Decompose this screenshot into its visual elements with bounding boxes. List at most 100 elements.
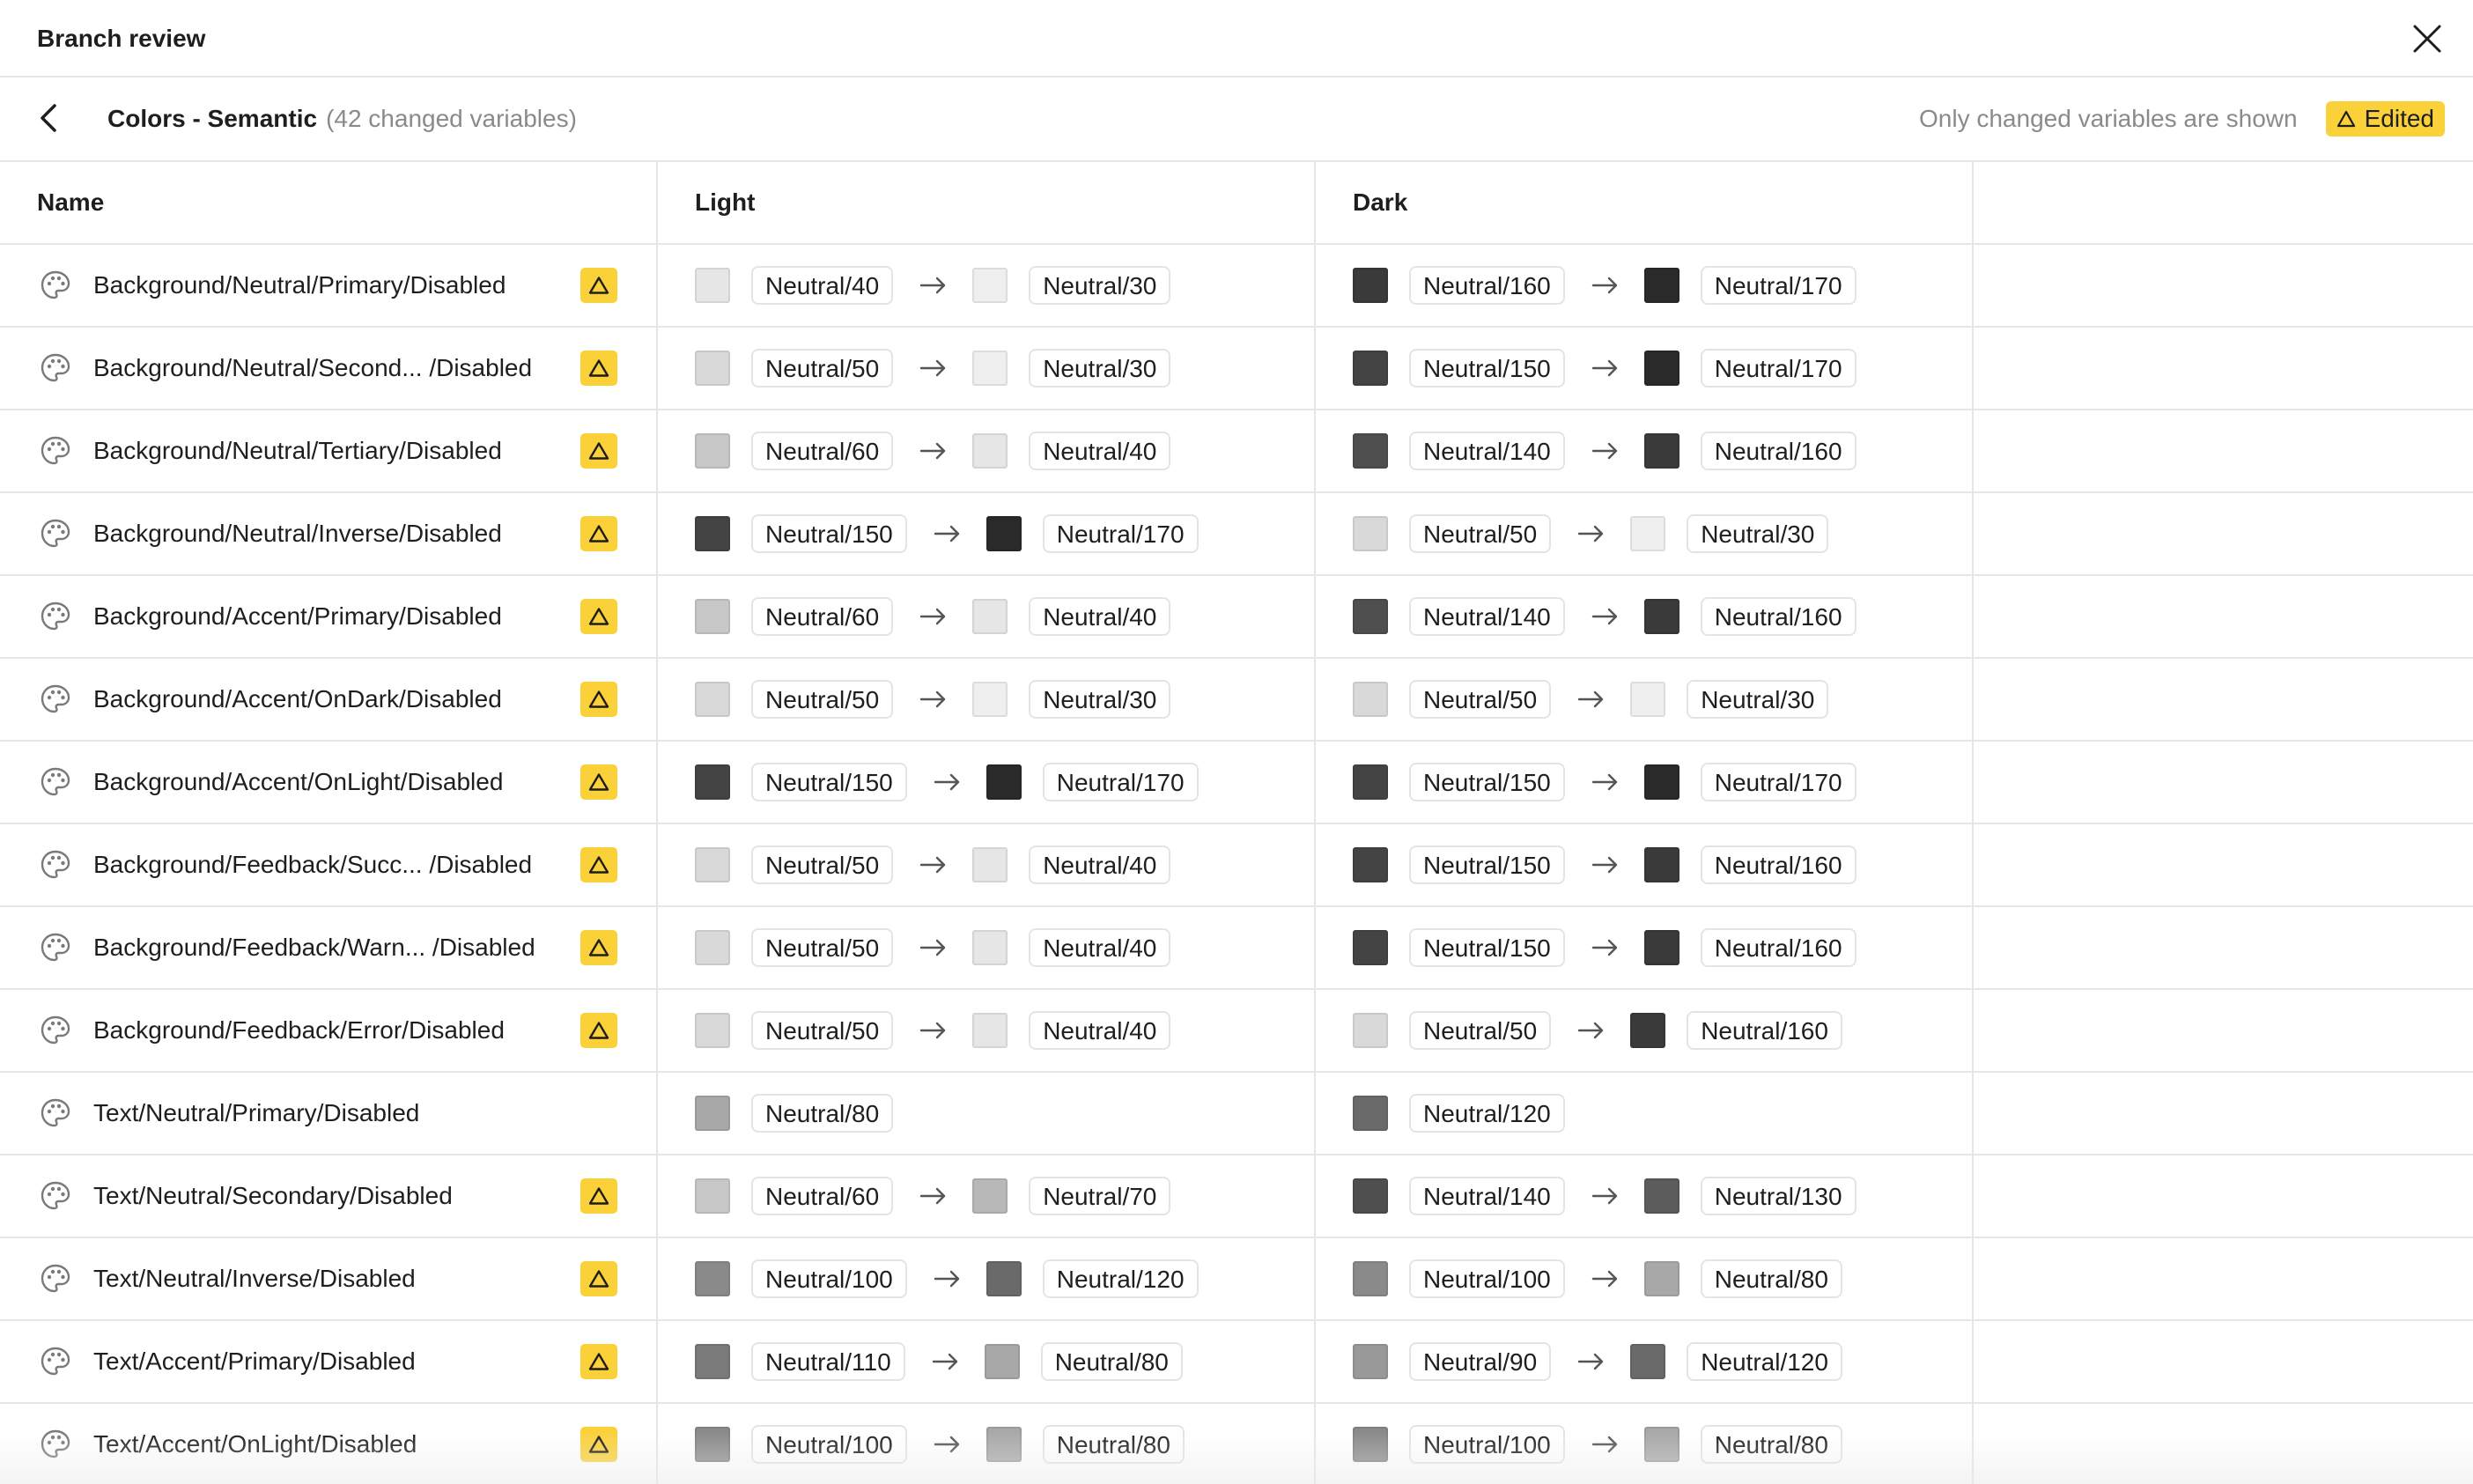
dark-from-value[interactable]: Neutral/120 [1409, 1094, 1565, 1133]
variable-name-cell: Background/Accent/Primary/Disabled [0, 576, 657, 657]
table-row[interactable]: Background/Feedback/Error/Disabled Neutra… [0, 990, 2473, 1073]
close-button[interactable] [2408, 19, 2447, 58]
table-row[interactable]: Background/Accent/OnDark/Disabled Neutral… [0, 659, 2473, 742]
dark-to-value[interactable]: Neutral/160 [1700, 928, 1857, 967]
dark-from-value[interactable]: Neutral/140 [1409, 1177, 1565, 1215]
table-row[interactable]: Background/Accent/Primary/Disabled Neutra… [0, 576, 2473, 659]
dark-to-value[interactable]: Neutral/80 [1700, 1259, 1842, 1298]
color-swatch [1353, 516, 1388, 551]
color-swatch [1353, 682, 1388, 717]
dark-from-value[interactable]: Neutral/150 [1409, 928, 1565, 967]
palette-icon [39, 1014, 72, 1047]
light-from-value[interactable]: Neutral/100 [751, 1425, 907, 1464]
table-row[interactable]: Background/Feedback/Succ... /Disabled Neu… [0, 824, 2473, 907]
light-to-value[interactable]: Neutral/170 [1042, 763, 1199, 801]
table-row[interactable]: Background/Neutral/Inverse/Disabled Neutr… [0, 493, 2473, 576]
color-swatch [1353, 930, 1388, 965]
light-from-value[interactable]: Neutral/110 [751, 1342, 905, 1381]
light-to-value[interactable]: Neutral/40 [1029, 432, 1171, 470]
table-row[interactable]: Text/Accent/OnLight/Disabled Neutral/100 N… [0, 1404, 2473, 1484]
table-row[interactable]: Text/Neutral/Primary/Disabled Neutral/80 N… [0, 1073, 2473, 1155]
variable-name-cell: Text/Neutral/Secondary/Disabled [0, 1155, 657, 1237]
dark-to-value[interactable]: Neutral/170 [1700, 266, 1857, 305]
color-swatch [972, 1178, 1008, 1214]
dark-to-value[interactable]: Neutral/160 [1687, 1011, 1842, 1050]
palette-icon [39, 848, 72, 882]
color-swatch [972, 599, 1008, 634]
variable-name-cell: Background/Feedback/Warn... /Disabled [0, 907, 657, 988]
light-from-value[interactable]: Neutral/50 [751, 680, 894, 719]
table-row[interactable]: Background/Neutral/Primary/Disabled Neutr… [0, 245, 2473, 328]
light-from-value[interactable]: Neutral/60 [751, 597, 894, 636]
dark-to-value[interactable]: Neutral/160 [1700, 597, 1857, 636]
table-row[interactable]: Text/Accent/Primary/Disabled Neutral/110 N… [0, 1321, 2473, 1404]
dark-from-value[interactable]: Neutral/100 [1409, 1425, 1565, 1464]
column-header-light: Light [695, 188, 756, 216]
back-button[interactable] [32, 99, 67, 137]
dark-to-value[interactable]: Neutral/170 [1700, 763, 1857, 801]
collection-name: Colors - Semantic [107, 105, 318, 132]
light-to-value[interactable]: Neutral/40 [1029, 1011, 1171, 1050]
dark-to-value[interactable]: Neutral/80 [1700, 1425, 1842, 1464]
light-to-value[interactable]: Neutral/30 [1029, 349, 1171, 388]
color-swatch [986, 764, 1022, 800]
light-from-value[interactable]: Neutral/150 [751, 763, 907, 801]
dark-to-value[interactable]: Neutral/160 [1700, 845, 1857, 884]
light-to-value[interactable]: Neutral/120 [1042, 1259, 1199, 1298]
dark-from-value[interactable]: Neutral/50 [1409, 680, 1552, 719]
light-to-value[interactable]: Neutral/30 [1029, 266, 1171, 305]
table-row[interactable]: Text/Neutral/Inverse/Disabled Neutral/100… [0, 1238, 2473, 1321]
dark-from-value[interactable]: Neutral/140 [1409, 597, 1565, 636]
dark-to-value[interactable]: Neutral/130 [1700, 1177, 1857, 1215]
light-to-value[interactable]: Neutral/30 [1029, 680, 1171, 719]
dark-to-value[interactable]: Neutral/30 [1687, 514, 1829, 553]
arrow-right-icon [919, 606, 948, 627]
color-swatch [972, 847, 1008, 882]
color-swatch [1353, 764, 1388, 800]
light-from-value[interactable]: Neutral/50 [751, 928, 894, 967]
light-to-value[interactable]: Neutral/40 [1029, 597, 1171, 636]
variable-name-cell: Background/Accent/OnDark/Disabled [0, 659, 657, 740]
dark-from-value[interactable]: Neutral/50 [1409, 1011, 1552, 1050]
light-to-value[interactable]: Neutral/70 [1029, 1177, 1171, 1215]
light-from-value[interactable]: Neutral/80 [751, 1094, 894, 1133]
light-from-value[interactable]: Neutral/40 [751, 266, 894, 305]
title-bar: Branch review [0, 0, 2473, 78]
dark-from-value[interactable]: Neutral/150 [1409, 845, 1565, 884]
light-from-value[interactable]: Neutral/150 [751, 514, 907, 553]
light-from-value[interactable]: Neutral/60 [751, 432, 894, 470]
light-to-value[interactable]: Neutral/40 [1029, 928, 1171, 967]
color-swatch [1353, 1096, 1388, 1131]
dark-to-value[interactable]: Neutral/170 [1700, 349, 1857, 388]
table-row[interactable]: Background/Neutral/Tertiary/Disabled Neut… [0, 410, 2473, 493]
table-row[interactable]: Background/Neutral/Second... /Disabled Ne… [0, 328, 2473, 410]
dark-value-cell: Neutral/140 Neutral/130 [1353, 1155, 1857, 1237]
dark-to-value[interactable]: Neutral/30 [1687, 680, 1829, 719]
dark-from-value[interactable]: Neutral/140 [1409, 432, 1565, 470]
dark-from-value[interactable]: Neutral/160 [1409, 266, 1565, 305]
dark-from-value[interactable]: Neutral/90 [1409, 1342, 1552, 1381]
arrow-right-icon [919, 937, 948, 958]
light-from-value[interactable]: Neutral/50 [751, 349, 894, 388]
dark-from-value[interactable]: Neutral/50 [1409, 514, 1552, 553]
light-to-value[interactable]: Neutral/80 [1040, 1342, 1183, 1381]
variable-name: Background/Feedback/Succ... /Disabled [93, 851, 533, 878]
table-row[interactable]: Text/Neutral/Secondary/Disabled Neutral/6… [0, 1155, 2473, 1238]
light-to-value[interactable]: Neutral/80 [1042, 1425, 1185, 1464]
table-row[interactable]: Background/Accent/OnLight/Disabled Neutra… [0, 742, 2473, 824]
color-swatch [1630, 516, 1666, 551]
dark-from-value[interactable]: Neutral/100 [1409, 1259, 1565, 1298]
table-row[interactable]: Background/Feedback/Warn... /Disabled Neu… [0, 907, 2473, 990]
light-from-value[interactable]: Neutral/50 [751, 1011, 894, 1050]
light-from-value[interactable]: Neutral/50 [751, 845, 894, 884]
dark-from-value[interactable]: Neutral/150 [1409, 763, 1565, 801]
light-from-value[interactable]: Neutral/60 [751, 1177, 894, 1215]
color-swatch [1353, 599, 1388, 634]
dark-to-value[interactable]: Neutral/160 [1700, 432, 1857, 470]
light-from-value[interactable]: Neutral/100 [751, 1259, 907, 1298]
light-to-value[interactable]: Neutral/40 [1029, 845, 1171, 884]
light-value-cell: Neutral/150 Neutral/170 [695, 493, 1199, 574]
dark-to-value[interactable]: Neutral/120 [1687, 1342, 1842, 1381]
dark-from-value[interactable]: Neutral/150 [1409, 349, 1565, 388]
light-to-value[interactable]: Neutral/170 [1042, 514, 1199, 553]
